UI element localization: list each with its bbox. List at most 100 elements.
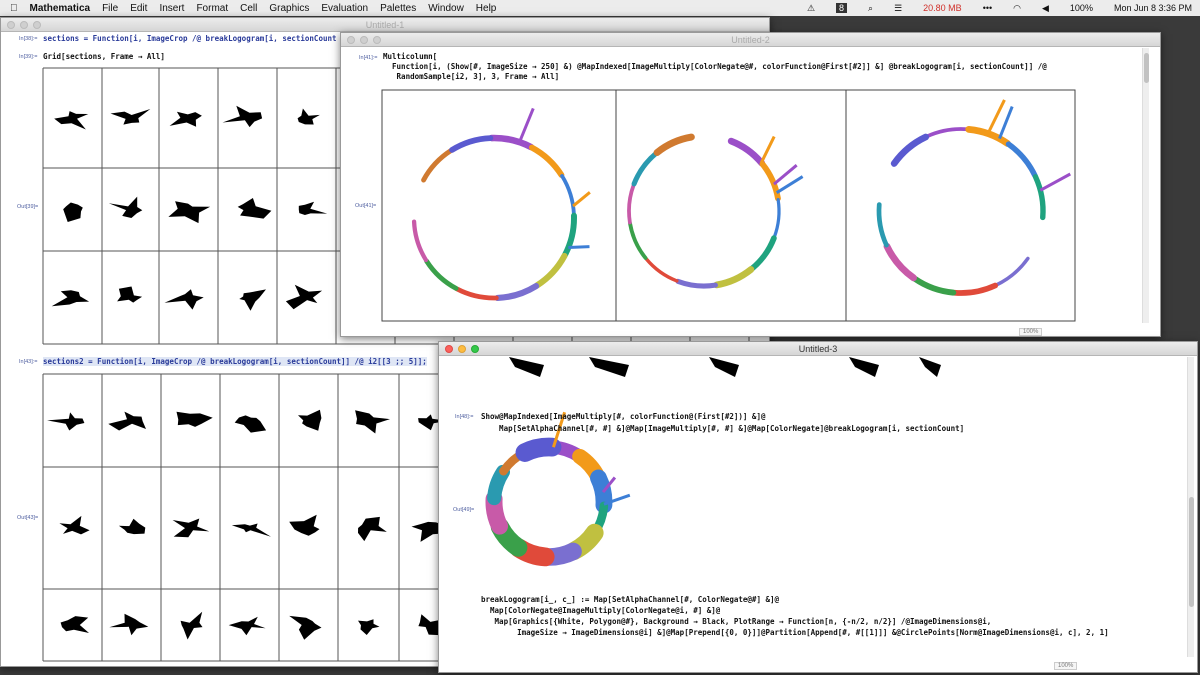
logogram-section (108, 196, 143, 218)
ring-segment (421, 148, 454, 183)
logogram-section (358, 619, 380, 635)
logogram-section (239, 289, 266, 311)
list-icon[interactable]: ☰ (894, 3, 902, 14)
notebook-window-untitled-3: Untitled-3 In[48]:= Show@MapIndexed[Imag… (438, 341, 1198, 673)
ring-segment (890, 133, 930, 167)
ring-segment (876, 202, 889, 248)
ring-segment (883, 242, 917, 282)
cell-label: Out[49]= (453, 507, 475, 513)
vertical-scrollbar[interactable] (1142, 48, 1149, 323)
notebook-window-untitled-2: Untitled-2 In[41]:= Multicolumn[ Functio… (340, 32, 1161, 337)
ring-segment (1005, 141, 1038, 179)
logogram-section (358, 516, 387, 542)
logogram-section (118, 518, 146, 535)
wifi-icon[interactable]: ◠ (1013, 3, 1021, 14)
logogram-section (117, 286, 143, 303)
datetime[interactable]: Mon Jun 8 3:36 PM (1114, 3, 1192, 13)
logogram-section (168, 201, 211, 224)
logogram-section (172, 518, 210, 538)
vertical-scrollbar[interactable] (1187, 357, 1194, 657)
column-frame (381, 89, 617, 322)
logogram-section (108, 411, 146, 431)
logogram-section (285, 284, 323, 310)
ring-segment (488, 134, 535, 151)
ring-segment (631, 150, 659, 187)
splatter (518, 107, 535, 143)
ring-segment (1032, 174, 1046, 221)
ring-segment (562, 212, 577, 258)
menu-insert[interactable]: Insert (159, 3, 184, 14)
ring-segment (925, 127, 970, 139)
zoom-menu[interactable]: 100% (1054, 662, 1078, 670)
ring-segment (411, 219, 429, 263)
splatter (568, 245, 590, 249)
logogram-section (234, 415, 267, 433)
logogram-section (289, 615, 322, 640)
ring-segment (528, 144, 565, 178)
ring-segment (951, 282, 999, 296)
logogram-section (509, 357, 544, 377)
cell-label: In[48]:= (455, 414, 474, 420)
warning-icon[interactable]: ⚠ (807, 3, 815, 14)
logogram-section (59, 515, 90, 535)
ring-segment (449, 135, 494, 153)
menu-format[interactable]: Format (196, 3, 228, 14)
ring-segment (424, 258, 459, 291)
logogram-section (849, 357, 879, 377)
cell-label: In[43]:= (19, 359, 38, 365)
ring-segment (533, 252, 568, 289)
logogram-section (109, 613, 149, 636)
search-icon[interactable]: ⌕ (868, 3, 873, 14)
splatter (759, 135, 776, 164)
menu-edit[interactable]: Edit (130, 3, 147, 14)
splatter (572, 191, 591, 208)
menu-palettes[interactable]: Palettes (380, 3, 416, 14)
ring-segment (911, 275, 957, 296)
ring-segment (515, 437, 562, 462)
ring-segment (494, 282, 540, 302)
menu-evaluation[interactable]: Evaluation (321, 3, 368, 14)
logogram-section (110, 109, 151, 125)
cell-label: Out[43]= (17, 515, 39, 521)
logogram-section (47, 412, 85, 431)
logogram-section (169, 111, 202, 127)
menu-help[interactable]: Help (476, 3, 497, 14)
input-cell[interactable]: sections2 = Function[i, ImageCrop /@ bre… (43, 357, 427, 366)
logogram-section (60, 616, 89, 633)
menu-app[interactable]: Mathematica (30, 3, 91, 14)
logogram-section (298, 409, 322, 431)
logogram-section (228, 616, 266, 636)
logogram-section (297, 108, 320, 125)
ring-segment (487, 464, 511, 506)
battery-readout[interactable]: 100% (1070, 3, 1093, 13)
badge[interactable]: 8 (836, 3, 848, 13)
logogram-section (180, 611, 203, 640)
logogram-section (289, 514, 320, 536)
logogram-section (222, 105, 263, 128)
ring-segment (772, 197, 781, 239)
logogram-section (298, 201, 328, 215)
input-cell[interactable]: breakLogogram[i_, c_] := Map[SetAlphaCha… (481, 594, 1109, 638)
logogram-section (54, 111, 89, 130)
zoom-menu[interactable]: 100% (1019, 328, 1043, 336)
more-icon[interactable]: ••• (983, 3, 992, 13)
ring-segment (653, 133, 695, 156)
menu-graphics[interactable]: Graphics (269, 3, 309, 14)
logogram-section (164, 289, 204, 310)
logogram-section (355, 410, 390, 434)
splatter (1039, 172, 1071, 192)
ring-segment (727, 137, 766, 167)
multicolumn-output (381, 89, 1076, 322)
menu-bar:  Mathematica File Edit Insert Format Ce… (0, 0, 1200, 16)
column-frame (615, 89, 847, 322)
menu-file[interactable]: File (102, 3, 118, 14)
menu-cell[interactable]: Cell (240, 3, 257, 14)
menu-window[interactable]: Window (428, 3, 464, 14)
input-cell[interactable]: Show@MapIndexed[ImageMultiply[#, colorFu… (481, 411, 964, 435)
ring-segment (644, 257, 679, 283)
volume-icon[interactable]: ◀ (1042, 3, 1049, 14)
ring-segment (749, 235, 777, 272)
memory-readout[interactable]: 20.80 MB (923, 3, 962, 13)
ring-segment (560, 174, 576, 217)
apple-icon[interactable]:  (10, 3, 18, 14)
